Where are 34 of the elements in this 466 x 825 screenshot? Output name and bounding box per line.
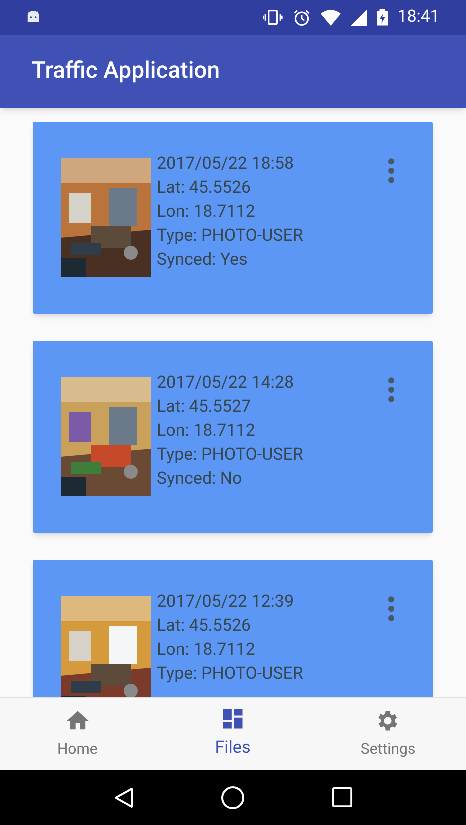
more-icon — [388, 377, 394, 403]
file-datetime: 2017/05/22 12:39 — [157, 591, 296, 614]
wifi-icon — [320, 10, 341, 26]
file-longitude: Lon: 18.7112 — [157, 639, 256, 662]
file-longitude: Lon: 18.7112 — [157, 420, 256, 443]
nav-tab[interactable]: Settings — [310, 698, 466, 770]
alarm-icon — [292, 8, 311, 26]
file-type: Type: PHOTO-USER — [157, 444, 304, 467]
vibrate-icon — [262, 9, 283, 26]
file-card[interactable]: 2017/05/22 12:39 Lat: 45.5526 Lon: 18.7112 Type: PHOTO-USER — [33, 560, 433, 697]
clock: 18:41 — [398, 6, 440, 29]
battery-icon — [376, 9, 388, 26]
file-card[interactable]: 2017/05/22 18:58 Lat: 45.5526 Lon: 18.7112 Type: PHOTO-USER Synced: Yes — [33, 122, 433, 314]
home-button-icon[interactable] — [220, 786, 244, 810]
nav-tab[interactable]: Files — [155, 698, 311, 770]
file-longitude: Lon: 18.7112 — [157, 201, 256, 224]
more-icon — [388, 158, 394, 184]
app-title: Traffic Application — [32, 56, 220, 86]
recent-apps-icon[interactable] — [332, 787, 352, 808]
file-synced: Synced: No — [157, 468, 244, 491]
android-icon — [26, 10, 41, 25]
file-synced: Synced: Yes — [157, 249, 249, 272]
file-type: Type: PHOTO-USER — [157, 663, 304, 686]
file-latitude: Lat: 45.5527 — [157, 396, 252, 419]
signal-icon — [350, 10, 367, 26]
file-type: Type: PHOTO-USER — [157, 225, 304, 248]
nav-tab[interactable]: Home — [0, 698, 156, 770]
file-latitude: Lat: 45.5526 — [157, 615, 252, 638]
file-datetime: 2017/05/22 14:28 — [157, 372, 296, 395]
file-latitude: Lat: 45.5526 — [157, 177, 252, 200]
back-icon[interactable] — [114, 786, 134, 808]
file-card[interactable]: 2017/05/22 14:28 Lat: 45.5527 Lon: 18.7112 Type: PHOTO-USER Synced: No — [33, 341, 433, 533]
more-icon — [388, 596, 394, 622]
file-datetime: 2017/05/22 18:58 — [157, 153, 296, 176]
